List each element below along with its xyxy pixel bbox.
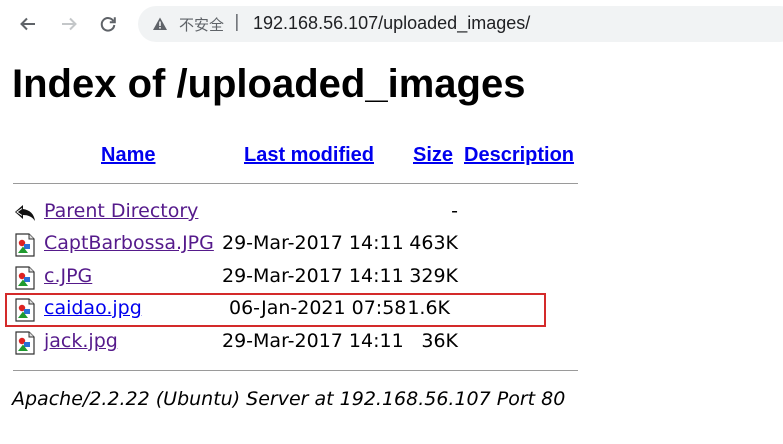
url-text[interactable]: 192.168.56.107/uploaded_images/ (253, 13, 530, 34)
file-link[interactable]: jack.jpg (44, 330, 118, 352)
divider-bottom (13, 370, 578, 371)
highlight-box (5, 293, 546, 327)
reload-icon (100, 17, 116, 32)
omnibox-separator: | (234, 12, 240, 32)
list-item-file: jack.jpg 29-Mar-2017 14:11 36K (0, 328, 600, 358)
warning-icon[interactable] (152, 16, 168, 32)
page-content: Index of /uploaded_images Name Last modi… (0, 48, 783, 444)
list-item-file: c.JPG 29-Mar-2017 14:11 329K (0, 263, 600, 293)
row-modified: 29-Mar-2017 14:11 (222, 330, 404, 352)
page-title: Index of /uploaded_images (12, 62, 526, 106)
row-size: 36K (421, 330, 458, 352)
column-header-name[interactable]: Name (101, 144, 155, 167)
back-button[interactable] (16, 12, 40, 36)
list-item-file: CaptBarbossa.JPG 29-Mar-2017 14:11 463K (0, 230, 600, 260)
row-size: 329K (409, 265, 458, 287)
image-file-icon (15, 331, 35, 355)
forward-button[interactable] (57, 12, 81, 36)
row-modified: 29-Mar-2017 14:11 (222, 265, 404, 287)
file-link[interactable]: CaptBarbossa.JPG (44, 232, 214, 254)
file-link[interactable]: c.JPG (44, 265, 92, 287)
server-signature: Apache/2.2.22 (Ubuntu) Server at 192.168… (12, 388, 566, 410)
arrow-right-icon (62, 17, 77, 31)
back-icon (15, 205, 35, 221)
column-header-size[interactable]: Size (413, 144, 453, 167)
address-bar[interactable]: 不安全 | 192.168.56.107/uploaded_images/ (138, 6, 783, 42)
divider-top (13, 183, 578, 184)
list-item-parent-directory: Parent Directory - (0, 198, 600, 228)
parent-directory-link[interactable]: Parent Directory (44, 200, 198, 222)
image-file-icon (15, 233, 35, 257)
column-header-last-modified[interactable]: Last modified (244, 144, 374, 167)
row-size: - (451, 200, 458, 222)
reload-button[interactable] (96, 12, 120, 36)
column-header-description[interactable]: Description (464, 144, 574, 167)
arrow-left-icon (20, 17, 35, 31)
row-modified: 29-Mar-2017 14:11 (222, 232, 404, 254)
row-size: 463K (409, 232, 458, 254)
image-file-icon (15, 266, 35, 290)
insecure-label[interactable]: 不安全 (179, 14, 224, 35)
browser-toolbar: 不安全 | 192.168.56.107/uploaded_images/ (0, 0, 783, 48)
